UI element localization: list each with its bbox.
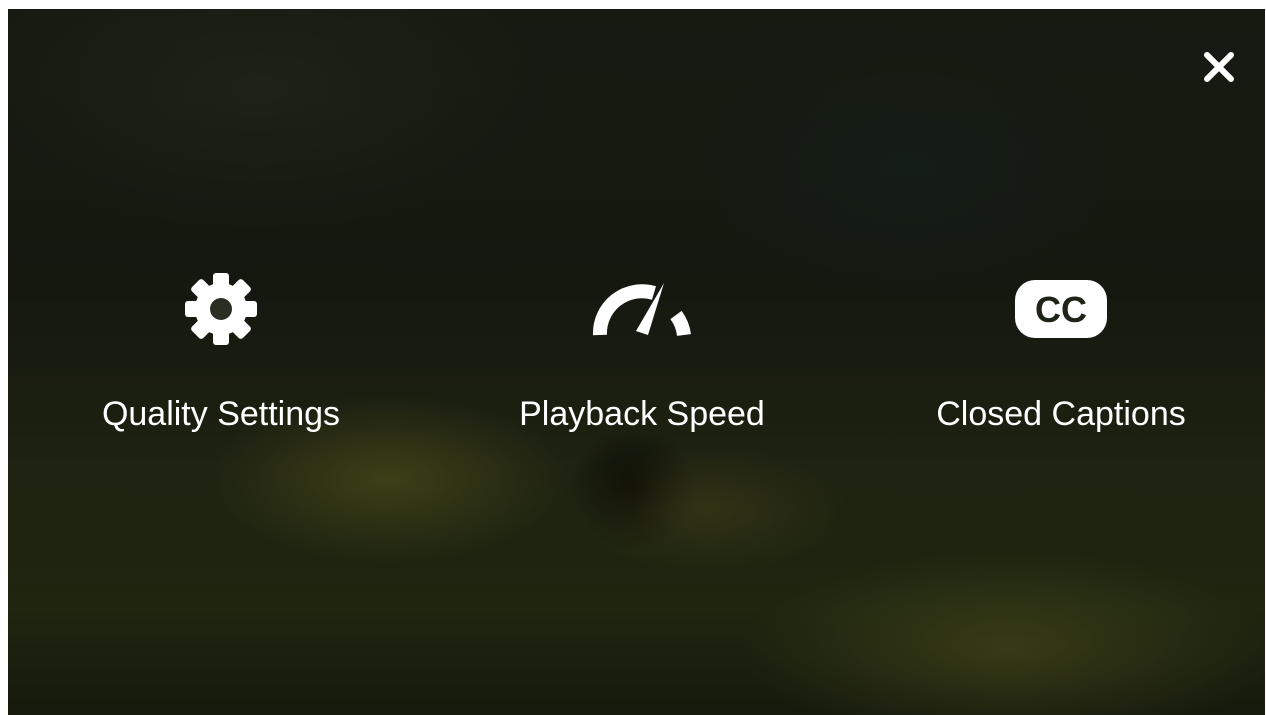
close-button[interactable] [1201,49,1237,85]
closed-captions-label: Closed Captions [936,395,1186,433]
settings-menu: Quality Settings Playback Speed CC Close… [8,264,1265,464]
closed-captions-icon: CC [1015,280,1107,338]
close-icon [1204,52,1234,82]
gear-icon [185,273,257,345]
playback-speed-button[interactable]: Playback Speed [472,264,812,444]
closed-captions-button[interactable]: CC Closed Captions [891,264,1231,444]
quality-settings-button[interactable]: Quality Settings [51,264,391,444]
playback-speed-label: Playback Speed [519,395,765,433]
quality-settings-label: Quality Settings [101,395,341,433]
svg-text:CC: CC [1035,289,1087,330]
speedometer-icon [592,283,691,337]
video-player: Quality Settings Playback Speed CC Close… [8,9,1265,715]
